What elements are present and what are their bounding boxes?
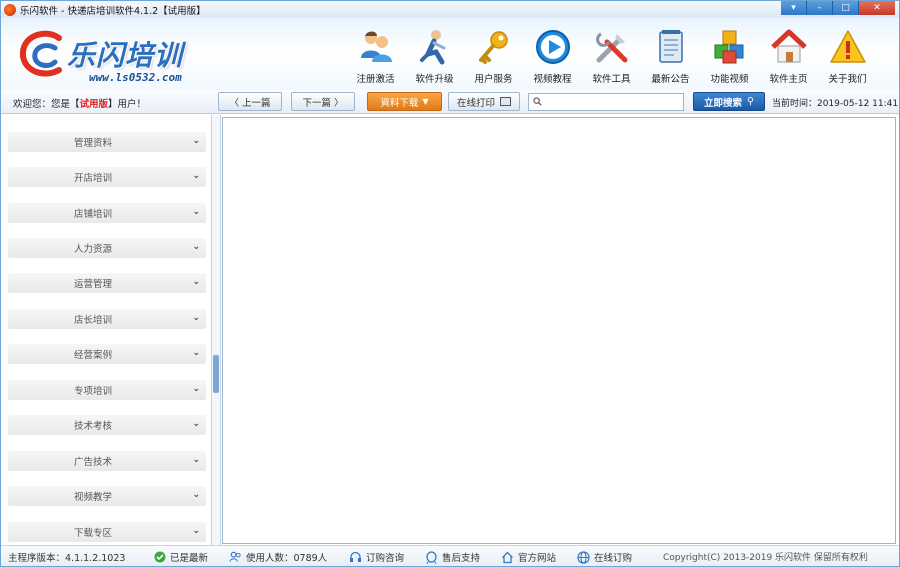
runner-icon bbox=[415, 26, 455, 68]
main-toolbar: 注册激活 软件升级 用户服务 视频教程 软件工具 最新公告 功能视频 软件主页 … bbox=[346, 26, 877, 85]
window-controls: ▾ – □ ✕ bbox=[781, 1, 895, 15]
check-circle-icon bbox=[153, 551, 166, 564]
search-input[interactable] bbox=[545, 94, 681, 110]
welcome-message: 欢迎您：您是【试用版】用户！ bbox=[13, 99, 147, 110]
maximize-button[interactable]: □ bbox=[833, 1, 859, 15]
users-icon bbox=[229, 551, 242, 564]
update-status: 已是最新 bbox=[153, 550, 208, 564]
expand-chevron-icon: ⌄ bbox=[192, 242, 200, 252]
magnifier-icon: ⚲ bbox=[747, 96, 754, 107]
notepad-icon bbox=[651, 26, 691, 68]
expand-chevron-icon: ⌄ bbox=[192, 526, 200, 536]
home-outline-icon bbox=[501, 551, 514, 564]
sidebar-item[interactable]: 专项培训 ⌄ bbox=[8, 380, 206, 400]
copyright: Copyright(C) 2013-2019 乐闪软件 保留所有权利 bbox=[663, 553, 868, 563]
expand-chevron-icon: ⌄ bbox=[192, 384, 200, 394]
prev-article-button[interactable]: 〈 上一篇 bbox=[218, 92, 282, 111]
headset-icon bbox=[349, 551, 362, 564]
logo-title: 乐闪培训 bbox=[67, 39, 184, 72]
expand-chevron-icon: ⌄ bbox=[192, 207, 200, 217]
tool-upgrade[interactable]: 软件升级 bbox=[405, 26, 464, 85]
sidebar-item[interactable]: 店长培训 ⌄ bbox=[8, 309, 206, 329]
chevron-right-icon: 〉 bbox=[330, 97, 344, 109]
status-bar: 主程序版本：4.1.1.2.1023 已是最新 使用人数：0789人 订购咨询 … bbox=[1, 545, 899, 566]
print-button[interactable]: 在线打印 bbox=[448, 92, 520, 111]
tool-register[interactable]: 注册激活 bbox=[346, 26, 405, 85]
content-viewer[interactable] bbox=[222, 117, 896, 544]
header-banner: 乐闪培训 www.ls0532.com 注册激活 软件升级 用户服务 视频教程 … bbox=[1, 18, 899, 90]
search-box[interactable] bbox=[528, 93, 684, 111]
sidebar-item[interactable]: 人力资源 ⌄ bbox=[8, 238, 206, 258]
close-button[interactable]: ✕ bbox=[859, 1, 895, 15]
sidebar-item[interactable]: 开店培训 ⌄ bbox=[8, 167, 206, 187]
home-icon bbox=[769, 26, 809, 68]
brand-logo: 乐闪培训 www.ls0532.com bbox=[11, 26, 241, 86]
printer-icon bbox=[500, 97, 511, 106]
sidebar-item[interactable]: 视频教学 ⌄ bbox=[8, 486, 206, 506]
expand-chevron-icon: ⌄ bbox=[192, 455, 200, 465]
users-icon bbox=[356, 26, 396, 68]
expand-chevron-icon: ⌄ bbox=[192, 136, 200, 146]
expand-chevron-icon: ⌄ bbox=[192, 313, 200, 323]
chevron-left-icon: 〈 bbox=[229, 97, 242, 109]
current-time: 当前时间：2019-05-12 11:41 bbox=[772, 99, 899, 109]
consult-link[interactable]: 订购咨询 bbox=[349, 550, 404, 564]
expand-chevron-icon: ⌄ bbox=[192, 171, 200, 181]
sidebar-item[interactable]: 技术考核 ⌄ bbox=[8, 415, 206, 435]
app-logo-icon bbox=[4, 3, 16, 16]
app-window: 乐闪软件 - 快递店培训软件4.1.2【试用版】 ▾ – □ ✕ 乐闪培训 ww… bbox=[0, 0, 900, 567]
chevron-down-icon: ▼ bbox=[422, 97, 429, 106]
tools-icon bbox=[592, 26, 632, 68]
minimize-button[interactable]: – bbox=[807, 1, 833, 15]
chat-icon bbox=[425, 550, 438, 564]
sidebar-item[interactable]: 运营管理 ⌄ bbox=[8, 273, 206, 293]
sidebar-item[interactable]: 管理资料 ⌄ bbox=[8, 132, 206, 152]
support-link[interactable]: 售后支持 bbox=[425, 550, 480, 564]
website-link[interactable]: 官方网站 bbox=[501, 550, 556, 564]
key-icon bbox=[474, 26, 514, 68]
tool-homepage[interactable]: 软件主页 bbox=[759, 26, 818, 85]
tool-feature-video[interactable]: 功能视频 bbox=[700, 26, 759, 85]
sidebar-item[interactable]: 广告技术 ⌄ bbox=[8, 451, 206, 471]
program-version: 主程序版本：4.1.1.2.1023 bbox=[8, 553, 126, 564]
order-link[interactable]: 在线订购 bbox=[577, 550, 632, 564]
sidebar-item[interactable]: 下载专区 ⌄ bbox=[8, 522, 206, 542]
window-title: 乐闪软件 - 快递店培训软件4.1.2【试用版】 bbox=[20, 5, 206, 17]
expand-chevron-icon: ⌄ bbox=[192, 277, 200, 287]
search-icon bbox=[533, 97, 542, 106]
menu-dropdown-button[interactable]: ▾ bbox=[781, 1, 807, 15]
tool-announcements[interactable]: 最新公告 bbox=[641, 26, 700, 85]
edition-badge: 试用版 bbox=[79, 99, 109, 110]
tool-software-tools[interactable]: 软件工具 bbox=[582, 26, 641, 85]
expand-chevron-icon: ⌄ bbox=[192, 490, 200, 500]
warning-icon bbox=[828, 26, 868, 68]
logo-url: www.ls0532.com bbox=[89, 71, 182, 84]
play-icon bbox=[533, 26, 573, 68]
search-button[interactable]: 立即搜索 ⚲ bbox=[693, 92, 765, 111]
tool-video-tutorial[interactable]: 视频教程 bbox=[523, 26, 582, 85]
sidebar-collapse-splitter[interactable] bbox=[212, 115, 221, 545]
tool-service[interactable]: 用户服务 bbox=[464, 26, 523, 85]
tool-about[interactable]: 关于我们 bbox=[818, 26, 877, 85]
category-sidebar: 管理资料 ⌄ 开店培训 ⌄ 店铺培训 ⌄ 人力资源 ⌄ 运营管理 ⌄ 店长培训 ⌄ 经营案例… bbox=[1, 115, 212, 545]
expand-chevron-icon: ⌄ bbox=[192, 348, 200, 358]
title-bar[interactable]: 乐闪软件 - 快递店培训软件4.1.2【试用版】 ▾ – □ ✕ bbox=[1, 1, 899, 18]
sidebar-item[interactable]: 经营案例 ⌄ bbox=[8, 344, 206, 364]
download-button[interactable]: 資料下载 ▼ bbox=[367, 92, 442, 111]
logo-swirl-icon bbox=[19, 30, 62, 77]
sidebar-item[interactable]: 店铺培训 ⌄ bbox=[8, 203, 206, 223]
cubes-icon bbox=[710, 26, 750, 68]
next-article-button[interactable]: 下一篇 〉 bbox=[291, 92, 355, 111]
user-count: 使用人数：0789人 bbox=[229, 550, 327, 564]
expand-chevron-icon: ⌄ bbox=[192, 419, 200, 429]
splitter-grip[interactable] bbox=[213, 355, 219, 393]
nav-bar: 欢迎您：您是【试用版】用户！ 〈 上一篇 下一篇 〉 資料下载 ▼ 在线打印 立… bbox=[1, 90, 899, 114]
globe-icon bbox=[577, 550, 590, 564]
